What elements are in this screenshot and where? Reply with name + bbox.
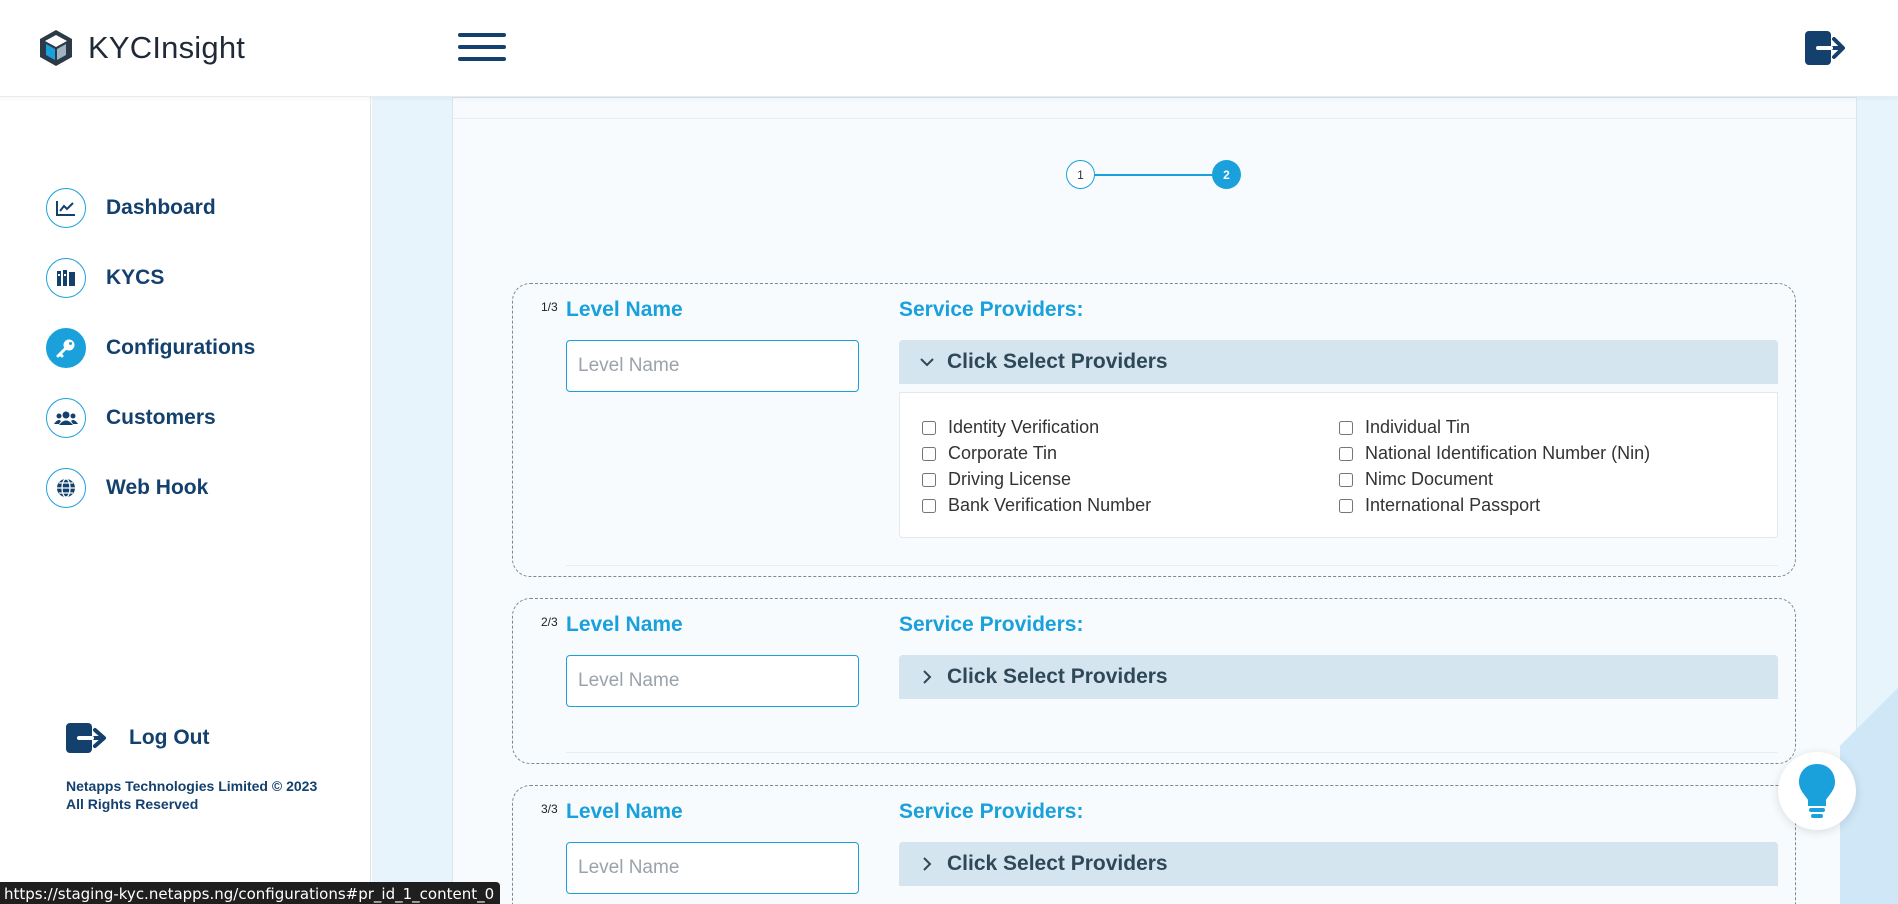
app-logo[interactable]: KYCInsight [38, 28, 245, 68]
sidebar-item-label: Configurations [106, 336, 256, 359]
option-driving-license[interactable]: Driving License [922, 469, 1071, 490]
sidebar-item-configurations[interactable]: Configurations [46, 328, 255, 368]
accordion-label: Click Select Providers [947, 350, 1168, 373]
identity-verification-checkbox[interactable] [922, 420, 936, 435]
sidebar-item-customers[interactable]: Customers [46, 398, 216, 438]
lightbulb-icon [1799, 764, 1835, 818]
sidebar-item-kycs[interactable]: KYCS [46, 258, 164, 298]
app-name: KYCInsight [88, 30, 246, 65]
sidebar-item-label: KYCS [106, 266, 165, 289]
service-providers-label: Service Providers: [899, 800, 1084, 823]
corporate-tin-checkbox[interactable] [922, 446, 936, 461]
chart-line-icon [46, 188, 86, 228]
level-1-panel: 1/3 Level Name Service Providers: Click … [512, 283, 1796, 577]
sidebar-item-label: Dashboard [106, 196, 216, 219]
driving-license-checkbox[interactable] [922, 472, 936, 487]
service-providers-label: Service Providers: [899, 298, 1084, 321]
level-name-input[interactable] [566, 655, 859, 707]
main-content: 1 2 1/3 Level Name Service Providers: Cl… [372, 97, 1898, 904]
configuration-card: 1 2 1/3 Level Name Service Providers: Cl… [452, 97, 1857, 904]
documents-icon [46, 258, 86, 298]
option-individual-tin[interactable]: Individual Tin [1339, 417, 1470, 438]
status-bar-url: https://staging-kyc.netapps.ng/configura… [0, 882, 501, 904]
globe-icon [46, 468, 86, 508]
cube-logo-icon [40, 30, 72, 66]
option-corporate-tin[interactable]: Corporate Tin [922, 443, 1057, 464]
chevron-down-icon [920, 358, 934, 367]
stepper-line [1094, 174, 1213, 176]
level-name-input[interactable] [566, 842, 859, 894]
level-number: 1/3 [541, 300, 558, 314]
level-name-input[interactable] [566, 340, 859, 392]
providers-options-panel: Identity Verification Individual Tin Cor… [899, 392, 1778, 538]
chevron-right-icon [923, 857, 932, 871]
level-name-label: Level Name [566, 800, 683, 823]
stepper: 1 2 [1066, 160, 1241, 190]
bvn-checkbox[interactable] [922, 498, 936, 513]
international-passport-checkbox[interactable] [1339, 498, 1353, 513]
level-name-label: Level Name [566, 613, 683, 636]
sidebar-item-dashboard[interactable]: Dashboard [46, 188, 216, 228]
individual-tin-checkbox[interactable] [1339, 420, 1353, 435]
sidebar: Dashboard KYCS Configurations Customers … [0, 97, 371, 904]
level-number: 3/3 [541, 802, 558, 816]
chevron-right-icon [923, 670, 932, 684]
users-icon [46, 398, 86, 438]
hamburger-icon[interactable] [458, 33, 506, 63]
select-providers-accordion[interactable]: Click Select Providers [899, 340, 1778, 384]
option-international-passport[interactable]: International Passport [1339, 495, 1540, 516]
nin-checkbox[interactable] [1339, 446, 1353, 461]
select-providers-accordion[interactable]: Click Select Providers [899, 655, 1778, 699]
select-providers-accordion[interactable]: Click Select Providers [899, 842, 1778, 886]
top-header: KYCInsight [0, 0, 1898, 97]
nimc-document-checkbox[interactable] [1339, 472, 1353, 487]
logout-label: Log Out [129, 726, 210, 749]
key-icon [46, 328, 86, 368]
step-1[interactable]: 1 [1066, 160, 1095, 189]
sidebar-item-label: Web Hook [106, 476, 209, 499]
level-3-panel: 3/3 Level Name Service Providers: Click … [512, 785, 1796, 904]
logout-icon[interactable] [1804, 28, 1846, 68]
option-nimc-document[interactable]: Nimc Document [1339, 469, 1493, 490]
sidebar-item-label: Customers [106, 406, 216, 429]
level-number: 2/3 [541, 615, 558, 629]
level-name-label: Level Name [566, 298, 683, 321]
logout-icon [66, 723, 106, 753]
service-providers-label: Service Providers: [899, 613, 1084, 636]
accordion-label: Click Select Providers [947, 665, 1168, 688]
sidebar-item-web-hook[interactable]: Web Hook [46, 468, 208, 508]
step-2[interactable]: 2 [1212, 160, 1241, 189]
option-nin[interactable]: National Identification Number (Nin) [1339, 443, 1650, 464]
accordion-label: Click Select Providers [947, 852, 1168, 875]
option-bvn[interactable]: Bank Verification Number [922, 495, 1151, 516]
help-button[interactable] [1778, 752, 1856, 830]
copyright-text: Netapps Technologies Limited © 2023 All … [66, 778, 318, 812]
level-2-panel: 2/3 Level Name Service Providers: Click … [512, 598, 1796, 764]
option-identity-verification[interactable]: Identity Verification [922, 417, 1099, 438]
sidebar-logout-button[interactable]: Log Out [65, 722, 209, 754]
